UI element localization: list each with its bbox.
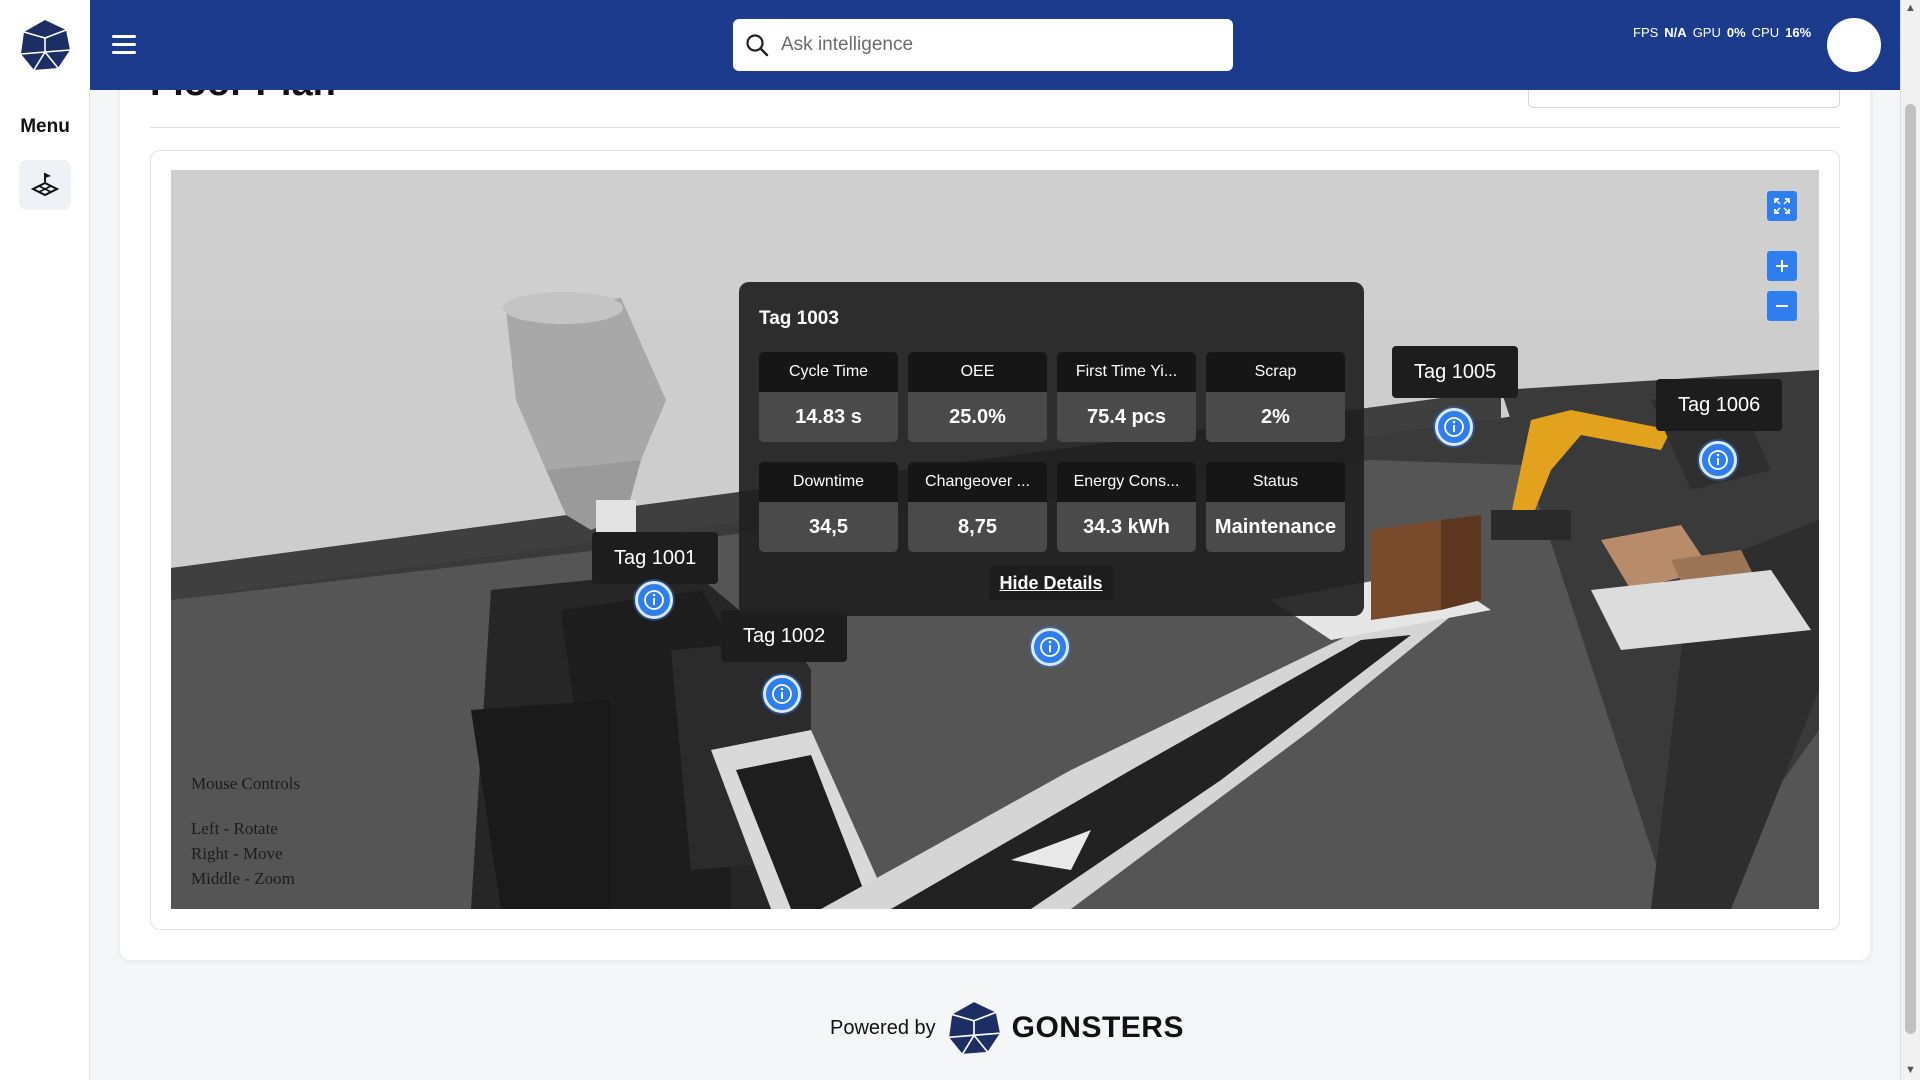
gonsters-logo-icon [20,20,71,71]
mouse-controls-title: Mouse Controls [191,774,301,793]
metric-label: Cycle Time [759,352,898,392]
cpu-label: CPU [1751,25,1780,40]
tag-1001-info-icon[interactable] [635,581,673,619]
metric-label: First Time Yi... [1057,352,1196,392]
metric-energy-consumption: Energy Cons... 34.3 kWh [1057,462,1196,552]
search-icon [746,34,769,57]
gpu-label: GPU [1692,25,1721,40]
fullscreen-button[interactable] [1767,191,1797,221]
metric-status: Status Maintenance [1206,462,1345,552]
brand-name: GONSTERS [1011,1011,1184,1044]
metric-first-time-yield: First Time Yi... 75.4 pcs [1057,352,1196,442]
details-title: Tag 1003 [759,308,839,329]
metric-value: 34,5 [759,502,898,552]
metric-cycle-time: Cycle Time 14.83 s [759,352,898,442]
fullscreen-icon [1774,198,1790,214]
sidebar: Menu [0,0,90,1080]
metric-downtime: Downtime 34,5 [759,462,898,552]
fps-label: FPS [1633,25,1659,40]
mouse-controls-middle: Middle - Zoom [191,869,295,888]
user-avatar[interactable] [1827,18,1881,72]
mouse-controls-right: Right - Move [191,844,283,863]
metric-value: Maintenance [1206,502,1345,552]
hide-details-button[interactable]: Hide Details [989,566,1113,600]
zoom-out-button[interactable] [1767,291,1797,321]
mouse-controls-help: Mouse Controls Left - Rotate Right - Mov… [191,771,300,891]
metric-value: 8,75 [908,502,1047,552]
metric-label: Status [1206,462,1345,502]
metric-label: Scrap [1206,352,1345,392]
tag-label-1006[interactable]: Tag 1006 [1656,379,1783,431]
mouse-controls-left: Left - Rotate [191,819,278,838]
search-bar[interactable] [733,19,1233,71]
performance-stats: FPS N/A GPU 0% CPU 16% [1633,25,1811,40]
scrollbar-thumb[interactable] [1905,104,1916,1034]
hamburger-menu-icon[interactable] [112,35,136,55]
tag-label-1001[interactable]: Tag 1001 [592,532,719,584]
gpu-value: 0% [1726,25,1746,40]
metric-label: Downtime [759,462,898,502]
top-header: FPS N/A GPU 0% CPU 16% [90,0,1900,90]
tag-label-1002[interactable]: Tag 1002 [721,610,848,662]
minus-icon [1776,305,1788,307]
floor-plan-icon [30,173,60,197]
app-logo[interactable] [0,0,90,90]
fps-value: N/A [1664,25,1687,40]
menu-label: Menu [20,116,70,137]
metric-value: 25.0% [908,392,1047,442]
metric-value: 2% [1206,392,1345,442]
metric-label: Energy Cons... [1057,462,1196,502]
tag-1003-info-icon[interactable] [1031,628,1069,666]
tag-1006-info-icon[interactable] [1699,441,1737,479]
scroll-down-icon[interactable]: ▼ [1905,1064,1916,1076]
sidebar-item-floor-plan[interactable] [19,160,71,210]
metric-label: OEE [908,352,1047,392]
page-scrollbar[interactable]: ▲ ▼ [1900,0,1920,1080]
metric-changeover: Changeover ... 8,75 [908,462,1047,552]
zoom-in-button[interactable] [1767,251,1797,281]
metric-value: 75.4 pcs [1057,392,1196,442]
metric-value: 34.3 kWh [1057,502,1196,552]
title-divider [150,127,1840,128]
plus-icon [1776,260,1788,272]
tag-label-1005[interactable]: Tag 1005 [1392,346,1519,398]
metric-oee: OEE 25.0% [908,352,1047,442]
gonsters-logo-icon [948,1002,1000,1055]
search-input[interactable] [781,34,1201,56]
metric-scrap: Scrap 2% [1206,352,1345,442]
powered-by-label: Powered by [830,1016,936,1039]
tag-1002-info-icon[interactable] [763,675,801,713]
metric-label: Changeover ... [908,462,1047,502]
cpu-value: 16% [1785,25,1812,40]
tag-1005-info-icon[interactable] [1435,408,1473,446]
tag-details-popup: Tag 1003 Cycle Time 14.83 s OEE 25.0% Fi… [739,282,1364,616]
powered-by-footer: Powered by GONSTERS [830,1000,1184,1056]
scroll-up-icon[interactable]: ▲ [1905,2,1916,14]
metric-value: 14.83 s [759,392,898,442]
